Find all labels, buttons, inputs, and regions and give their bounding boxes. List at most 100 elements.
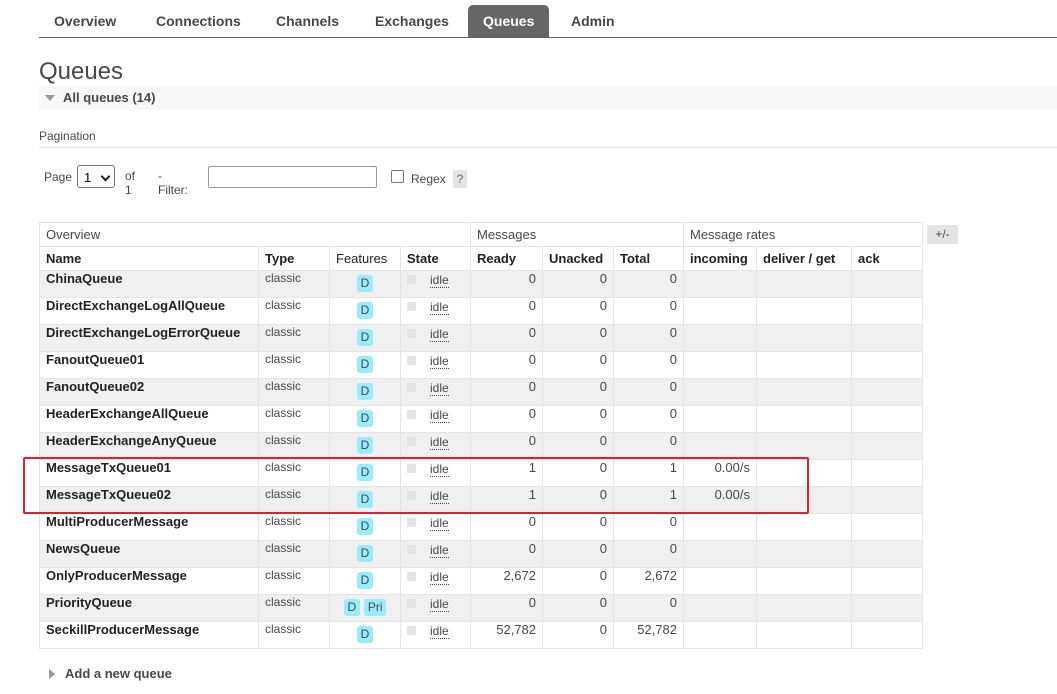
feature-badge: D xyxy=(356,383,374,400)
feature-badge: D xyxy=(356,356,374,373)
messages-unacked: 0 xyxy=(542,513,614,541)
state-text: idle xyxy=(430,515,449,531)
queue-name-link[interactable]: MessageTxQueue01 xyxy=(39,459,259,487)
queue-state: idle xyxy=(400,459,471,487)
rate-deliver-get xyxy=(756,594,852,622)
queue-name-link[interactable]: ChinaQueue xyxy=(39,270,259,298)
rate-incoming xyxy=(683,270,757,298)
rate-ack xyxy=(851,378,923,406)
feature-badge: D xyxy=(356,572,374,589)
queue-name-link[interactable]: SeckillProducerMessage xyxy=(39,621,259,649)
state-text: idle xyxy=(430,461,449,477)
col-unacked: Unacked xyxy=(542,246,614,271)
messages-ready: 2,672 xyxy=(470,567,543,595)
all-queues-heading: All queues (14) xyxy=(63,90,156,105)
queue-state: idle xyxy=(400,324,471,352)
messages-unacked: 0 xyxy=(542,324,614,352)
queue-name-link[interactable]: PriorityQueue xyxy=(39,594,259,622)
tab-overview[interactable]: Overview xyxy=(39,5,131,37)
page-select-value: 1 xyxy=(84,170,92,186)
messages-ready: 0 xyxy=(470,378,543,406)
queue-name-link[interactable]: HeaderExchangeAllQueue xyxy=(39,405,259,433)
col-ack: ack xyxy=(851,246,923,271)
queue-name-link[interactable]: MultiProducerMessage xyxy=(39,513,259,541)
feature-badge: D xyxy=(356,545,374,562)
filter-input[interactable] xyxy=(208,166,377,188)
queue-features: D xyxy=(329,324,401,352)
messages-total: 1 xyxy=(613,486,684,514)
all-queues-section-toggle[interactable]: All queues (14) xyxy=(39,86,1057,110)
regex-help-button[interactable]: ? xyxy=(453,170,467,188)
page-select[interactable]: 1 xyxy=(77,165,115,188)
queue-features: D xyxy=(329,297,401,325)
state-text: idle xyxy=(430,272,449,288)
feature-badge: D xyxy=(356,518,374,535)
rate-ack xyxy=(851,567,923,595)
add-new-queue-toggle[interactable]: Add a new queue xyxy=(39,663,172,685)
rate-ack xyxy=(851,405,923,433)
queue-name-link[interactable]: DirectExchangeLogAllQueue xyxy=(39,297,259,325)
table-row: MessageTxQueue02 classic Didle 1 0 1 0.00/s xyxy=(39,486,923,514)
queue-features: D xyxy=(329,459,401,487)
messages-ready: 0 xyxy=(470,270,543,298)
feature-badge: D xyxy=(356,464,374,481)
queue-name-link[interactable]: OnlyProducerMessage xyxy=(39,567,259,595)
queue-name-link[interactable]: DirectExchangeLogErrorQueue xyxy=(39,324,259,352)
queue-name-link[interactable]: MessageTxQueue02 xyxy=(39,486,259,514)
queue-type: classic xyxy=(258,513,330,541)
messages-ready: 0 xyxy=(470,432,543,460)
feature-badge: Pri xyxy=(363,599,387,616)
queue-state: idle xyxy=(400,540,471,568)
feature-badge: D xyxy=(356,491,374,508)
rate-ack xyxy=(851,297,923,325)
pagination-label: Pagination xyxy=(39,129,96,143)
queue-type: classic xyxy=(258,432,330,460)
state-indicator-icon xyxy=(407,491,416,501)
regex-label: Regex xyxy=(411,172,446,186)
tab-connections[interactable]: Connections xyxy=(141,5,256,37)
feature-badge: D xyxy=(356,437,374,454)
queue-features: D xyxy=(329,540,401,568)
queue-name-link[interactable]: FanoutQueue02 xyxy=(39,378,259,406)
tab-exchanges[interactable]: Exchanges xyxy=(360,5,464,37)
col-type: Type xyxy=(258,246,330,271)
state-text: idle xyxy=(430,407,449,423)
column-toggle-button[interactable]: +/- xyxy=(927,225,958,244)
queue-state: idle xyxy=(400,567,471,595)
state-indicator-icon xyxy=(407,464,416,474)
state-text: idle xyxy=(430,542,449,558)
queue-name-link[interactable]: FanoutQueue01 xyxy=(39,351,259,379)
state-indicator-icon xyxy=(407,545,416,555)
table-row: DirectExchangeLogAllQueue classic Didle 0 0 0 xyxy=(39,297,923,325)
messages-unacked: 0 xyxy=(542,378,614,406)
state-text: idle xyxy=(430,434,449,450)
messages-total: 0 xyxy=(613,405,684,433)
rate-incoming xyxy=(683,513,757,541)
queue-name-link[interactable]: HeaderExchangeAnyQueue xyxy=(39,432,259,460)
tab-queues[interactable]: Queues xyxy=(468,5,550,37)
rate-ack xyxy=(851,594,923,622)
rate-deliver-get xyxy=(756,486,852,514)
rate-ack xyxy=(851,513,923,541)
rate-deliver-get xyxy=(756,567,852,595)
queue-type: classic xyxy=(258,270,330,298)
regex-checkbox[interactable] xyxy=(391,170,404,183)
messages-unacked: 0 xyxy=(542,621,614,649)
tab-channels[interactable]: Channels xyxy=(261,5,354,37)
rate-ack xyxy=(851,459,923,487)
page-title: Queues xyxy=(39,58,124,85)
tab-admin[interactable]: Admin xyxy=(556,5,630,37)
state-text: idle xyxy=(430,326,449,342)
table-row: SeckillProducerMessage classic Didle 52,782… xyxy=(39,621,923,649)
feature-badge: D xyxy=(356,275,374,292)
group-header-overview: Overview xyxy=(39,222,471,247)
queue-features: D Pri xyxy=(329,594,401,622)
queue-name-link[interactable]: NewsQueue xyxy=(39,540,259,568)
queue-type: classic xyxy=(258,324,330,352)
rate-deliver-get xyxy=(756,540,852,568)
messages-total: 0 xyxy=(613,540,684,568)
feature-badge: D xyxy=(343,599,361,616)
col-incoming: incoming xyxy=(683,246,757,271)
table-row: PriorityQueue classic D Pri idle 0 0 0 xyxy=(39,594,923,622)
state-indicator-icon xyxy=(407,329,416,339)
